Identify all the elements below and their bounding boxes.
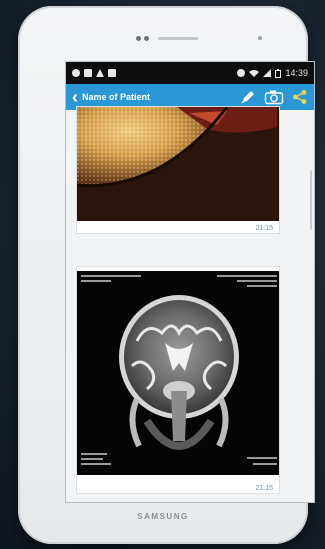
status-time: 14:39 [285, 68, 308, 78]
message-feed[interactable]: 21:15 21:15 [66, 106, 314, 502]
image-icon [108, 69, 116, 77]
message-timestamp: 21:15 [255, 485, 273, 492]
medical-photo[interactable] [77, 107, 279, 221]
earpiece-speaker [158, 37, 198, 40]
page-title: Name of Patient [82, 92, 151, 102]
status-right-icons: 14:39 [237, 68, 308, 78]
warning-icon [96, 69, 104, 77]
notification-icon [72, 69, 80, 77]
device-screen: 14:39 ‹ Name of Patient 21:15 21:15 [66, 62, 314, 502]
alarm-icon [237, 69, 246, 77]
mri-scan-image[interactable] [77, 271, 279, 475]
device-brand-logo: SAMSUNG [137, 512, 189, 521]
camera-icon[interactable] [264, 89, 284, 105]
status-bar: 14:39 [66, 62, 314, 84]
front-camera-icon [136, 36, 149, 41]
edit-pen-icon[interactable] [240, 89, 256, 105]
photo-message[interactable]: 21:15 [76, 266, 280, 494]
wifi-icon [249, 70, 260, 77]
signal-icon [263, 69, 272, 77]
action-icons [240, 89, 308, 105]
proximity-sensor-icon [258, 36, 262, 40]
photo-message[interactable]: 21:15 [76, 106, 280, 234]
scrollbar[interactable] [310, 170, 312, 230]
message-icon [84, 69, 92, 77]
tablet-device: 14:39 ‹ Name of Patient 21:15 21:15 SAMS… [18, 6, 314, 544]
share-icon[interactable] [292, 89, 308, 105]
status-left-icons [72, 69, 116, 77]
battery-icon [275, 68, 282, 78]
message-timestamp: 21:15 [255, 225, 273, 232]
